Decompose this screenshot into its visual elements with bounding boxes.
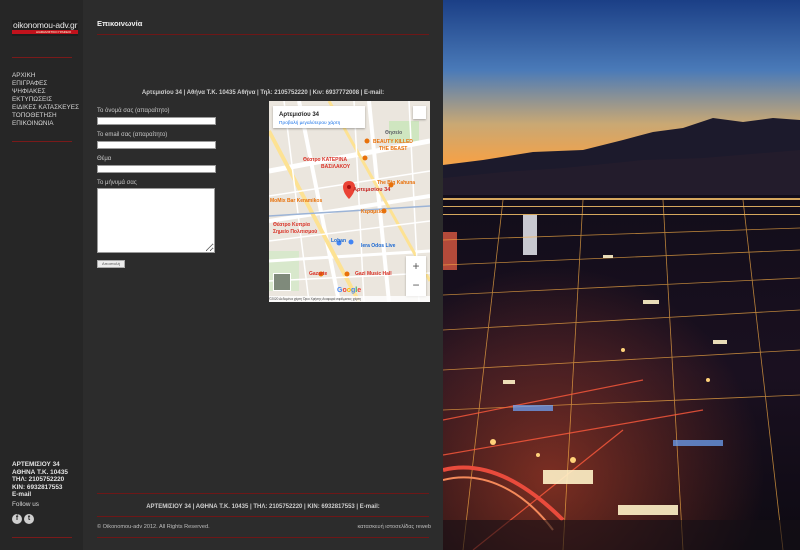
send-button[interactable]: Αποστολή	[97, 260, 125, 268]
contact-info-line: Αρτεμισίου 34 | Αθήνα Τ.Κ. 10435 Αθήνα |…	[141, 90, 385, 96]
poi-cyprus-line2: Σημείο Πολιτισμού	[273, 229, 318, 235]
page-root: oikonomou-adv.gr ΔΙΑΦΗΜΙΣΤΙΚΟ ΓΡΑΦΕΙΟ ΑΡ…	[0, 0, 800, 550]
poi-lohan[interactable]: Lohan	[331, 238, 346, 244]
address-street: ΑΡΤΕΜΙΣΙΟΥ 34	[12, 461, 60, 468]
sidebar-divider	[12, 537, 72, 538]
main-nav: ΑΡΧΙΚΗ ΕΠΙΓΡΑΦΕΣ ΨΗΦΙΑΚΕΣ ΕΚΤΥΠΩΣΕΙΣ ΕΙΔ…	[12, 72, 82, 128]
sidebar: oikonomou-adv.gr ΔΙΑΦΗΜΙΣΤΙΚΟ ΓΡΑΦΕΙΟ ΑΡ…	[0, 0, 83, 550]
city-night-photo	[443, 0, 800, 550]
map-marker-label[interactable]: Αρτεμισίου 34	[353, 187, 390, 193]
name-input[interactable]	[97, 117, 216, 125]
address-email-link[interactable]: E-mail	[12, 491, 82, 499]
poi-theater-line2: ΒΑΣΙΛΑΚΟΥ	[321, 164, 351, 170]
nav-item-signs[interactable]: ΕΠΙΓΡΑΦΕΣ	[12, 80, 82, 88]
subject-input[interactable]	[97, 165, 216, 173]
poi-gazi[interactable]: Gazi Music Hall	[355, 271, 392, 277]
footer-divider	[97, 537, 429, 538]
poi-kahuna[interactable]: The Big Kahuna	[377, 180, 415, 186]
poi-cyprus[interactable]: Θέατρο Κυπρία	[273, 222, 310, 228]
logo-tagline: ΔΙΑΦΗΜΙΣΤΙΚΟ ΓΡΑΦΕΙΟ	[36, 30, 72, 34]
map-place-title: Αρτεμισίου 34	[279, 112, 320, 118]
poi-theater[interactable]: Θέατρο ΚΑΤΕΡΙΝΑ	[303, 157, 347, 163]
nav-item-prints[interactable]: ΕΚΤΥΠΩΣΕΙΣ	[12, 96, 82, 104]
email-input[interactable]	[97, 141, 216, 149]
copyright-text: © Oikonomou-adv 2012. All Rights Reserve…	[97, 524, 210, 530]
sidebar-divider	[12, 57, 72, 58]
nav-item-special[interactable]: ΕΙΔΙΚΕΣ ΚΑΤΑΣΚΕΥΕΣ	[12, 104, 82, 112]
message-textarea[interactable]	[97, 188, 215, 253]
nav-item-digital[interactable]: ΨΗΦΙΑΚΕΣ	[12, 88, 82, 96]
poi-gazarte[interactable]: Gazarte	[309, 271, 327, 277]
twitter-icon[interactable]: t	[24, 514, 34, 524]
footer-divider	[97, 516, 429, 517]
page-title: Επικοινωνία	[97, 19, 143, 28]
name-label: Το όνομά σας (απαραίτητο)	[97, 108, 170, 114]
poi-beauty-line2: THE BEAST	[379, 146, 408, 152]
facebook-icon[interactable]: f	[12, 514, 22, 524]
main-content: Επικοινωνία Αρτεμισίου 34 | Αθήνα Τ.Κ. 1…	[83, 0, 443, 550]
title-divider	[97, 34, 429, 35]
poi-beauty[interactable]: BEAUTY KILLED	[373, 139, 413, 145]
nav-item-contact[interactable]: ΕΠΙΚΟΙΝΩΝΙΑ	[12, 120, 82, 128]
subject-label: Θέμα	[97, 156, 112, 162]
address-city: ΑΘΗΝΑ Τ.Κ. 10435	[12, 468, 68, 476]
nav-item-home[interactable]: ΑΡΧΙΚΗ	[12, 72, 82, 80]
view-larger-map-link[interactable]: Προβολή μεγαλύτερου χάρτη	[279, 121, 340, 126]
city-night-image	[443, 0, 800, 550]
nav-item-installation[interactable]: ΤΟΠΟΘΕΤΗΣΗ	[12, 112, 82, 120]
address-mobile: ΚΙΝ: 6932817553	[12, 483, 63, 491]
address-phone: ΤΗΛ: 2105752220	[12, 476, 65, 484]
message-label: Το μήνυμά σας	[97, 180, 137, 186]
map-attribution[interactable]: ©2020 Δεδομένα χάρτη Όροι Χρήσης Αναφορά…	[269, 296, 430, 302]
footer-address: ΑΡΤΕΜΙΣΙΟΥ 34 | ΑΘΗΝΑ Τ.Κ. 10435 | ΤΗΛ: …	[146, 504, 380, 510]
google-map[interactable]: BEAUTY KILLED THE BEAST Θέατρο ΚΑΤΕΡΙΝΑ …	[269, 101, 430, 302]
map-place-card: Αρτεμισίου 34 Προβολή μεγαλύτερου χάρτη	[273, 106, 365, 128]
credits-link[interactable]: κατασκευή ιστοσελίδας reweb	[357, 524, 431, 530]
sidebar-address: ΑΡΤΕΜΙΣΙΟΥ 34 ΑΘΗΝΑ Τ.Κ. 10435 ΤΗΛ: 2105…	[12, 461, 82, 499]
site-logo[interactable]: oikonomou-adv.gr ΔΙΑΦΗΜΙΣΤΙΚΟ ΓΡΑΦΕΙΟ	[12, 20, 78, 36]
fullscreen-icon[interactable]	[413, 106, 426, 119]
poi-mix[interactable]: MoMix Bar Keramikos	[270, 198, 322, 204]
sidebar-divider	[12, 141, 72, 142]
poi-thiseio[interactable]: Θησείο	[385, 130, 402, 136]
footer-divider	[97, 493, 429, 494]
zoom-in-button[interactable]: +	[406, 256, 426, 276]
google-logo: Google	[337, 287, 362, 294]
email-label: Το email σας (απαραίτητο)	[97, 132, 168, 138]
poi-iera[interactable]: Iera Odos Live	[361, 243, 395, 249]
logo-text: oikonomou-adv.gr	[13, 20, 78, 30]
zoom-controls: + −	[406, 256, 426, 296]
satellite-toggle[interactable]	[273, 273, 291, 291]
zoom-out-button[interactable]: −	[406, 276, 426, 296]
follow-us-label: Follow us	[12, 501, 39, 508]
poi-keramio[interactable]: Κεραμείο	[361, 209, 383, 215]
